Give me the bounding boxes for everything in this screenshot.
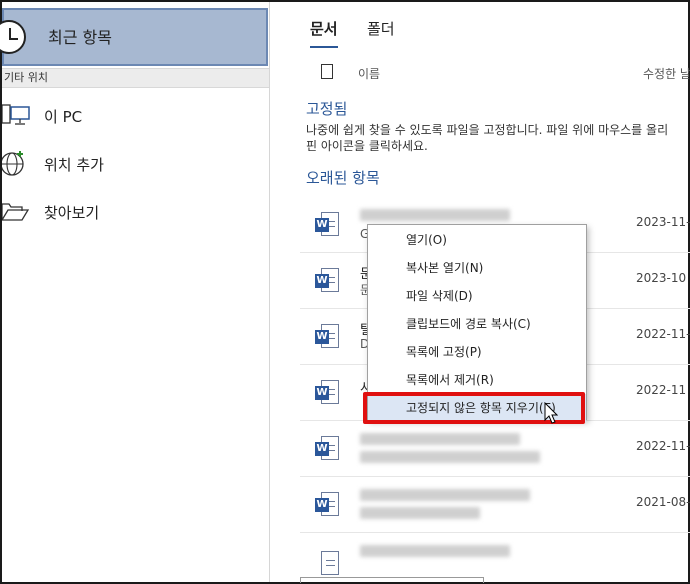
file-date: 2021-08-0 (636, 495, 690, 509)
word-document-icon: W (315, 436, 339, 462)
mouse-cursor-icon (544, 401, 559, 426)
sidebar-item-label: 찾아보기 (44, 204, 100, 222)
menu-item-copy-path[interactable]: 클립보드에 경로 복사(C) (368, 310, 586, 338)
sidebar-item-add-place[interactable]: 위치 추가 (0, 144, 269, 184)
blurred-file-path (360, 451, 540, 463)
blurred-file-name (360, 433, 520, 445)
column-header: 이름 수정한 날 (271, 62, 690, 84)
word-document-icon (315, 551, 339, 577)
globe-add-icon (0, 150, 32, 176)
pinned-heading: 고정됨 (306, 100, 348, 118)
blurred-file-name (360, 545, 510, 557)
column-modified[interactable]: 수정한 날 (643, 65, 690, 82)
word-document-icon: W (315, 492, 339, 518)
menu-item-delete-file[interactable]: 파일 삭제(D) (368, 282, 586, 310)
word-document-icon: W (315, 268, 339, 294)
menu-item-remove[interactable]: 목록에서 제거(R) (368, 366, 586, 394)
column-name[interactable]: 이름 (358, 65, 380, 82)
file-date: 2022-11 (636, 383, 687, 397)
file-row[interactable]: W 2022-11-1 (300, 421, 690, 477)
pinned-description-line: 핀 아이콘을 클릭하세요. (306, 139, 428, 153)
file-date: 2022-11-2 (636, 327, 690, 341)
file-row[interactable]: W 2021-08-0 (300, 477, 690, 533)
menu-item-open-copy[interactable]: 복사본 열기(N) (368, 254, 586, 282)
blurred-file-name (360, 489, 530, 501)
sidebar-item-browse[interactable]: 찾아보기 (1, 192, 269, 232)
file-date: 2023-10 (636, 271, 687, 285)
context-menu: 열기(O) 복사본 열기(N) 파일 삭제(D) 클립보드에 경로 복사(C) … (367, 224, 587, 422)
blurred-file-name (360, 209, 510, 221)
sidebar-item-label: 최근 항목 (48, 28, 112, 47)
sidebar-item-label: 위치 추가 (44, 156, 104, 174)
sidebar-item-label: 이 PC (44, 108, 83, 126)
tab-documents[interactable]: 문서 (310, 18, 338, 48)
menu-item-pin[interactable]: 목록에 고정(P) (368, 338, 586, 366)
file-date: 2022-11-1 (636, 439, 690, 453)
pinned-description-line: 나중에 쉽게 찾을 수 있도록 파일을 고정합니다. 파일 위에 마우스를 올리 (306, 123, 669, 137)
sidebar: 최근 항목 기타 위치 이 PC 위치 추가 찾아보기 (0, 2, 270, 582)
file-type-icon[interactable] (321, 64, 333, 79)
section-header-other-locations: 기타 위치 (2, 68, 269, 88)
word-document-icon: W (315, 324, 339, 350)
computer-icon (1, 102, 32, 128)
file-date: 2023-11-1 (636, 215, 690, 229)
folder-open-icon (1, 198, 32, 224)
clock-icon (0, 20, 26, 54)
older-heading: 오래된 항목 (306, 169, 380, 187)
pinned-description: 나중에 쉽게 찾을 수 있도록 파일을 고정합니다. 파일 위에 마우스를 올리… (306, 122, 690, 154)
sidebar-item-recent[interactable]: 최근 항목 (0, 8, 268, 66)
menu-item-open[interactable]: 열기(O) (368, 226, 586, 254)
sidebar-item-this-pc[interactable]: 이 PC (1, 96, 269, 136)
horizontal-scrollbar[interactable] (300, 577, 484, 583)
blurred-file-path (360, 507, 480, 519)
word-document-icon: W (315, 212, 339, 238)
tab-folders[interactable]: 폴더 (367, 18, 395, 39)
word-document-icon: W (315, 380, 339, 406)
